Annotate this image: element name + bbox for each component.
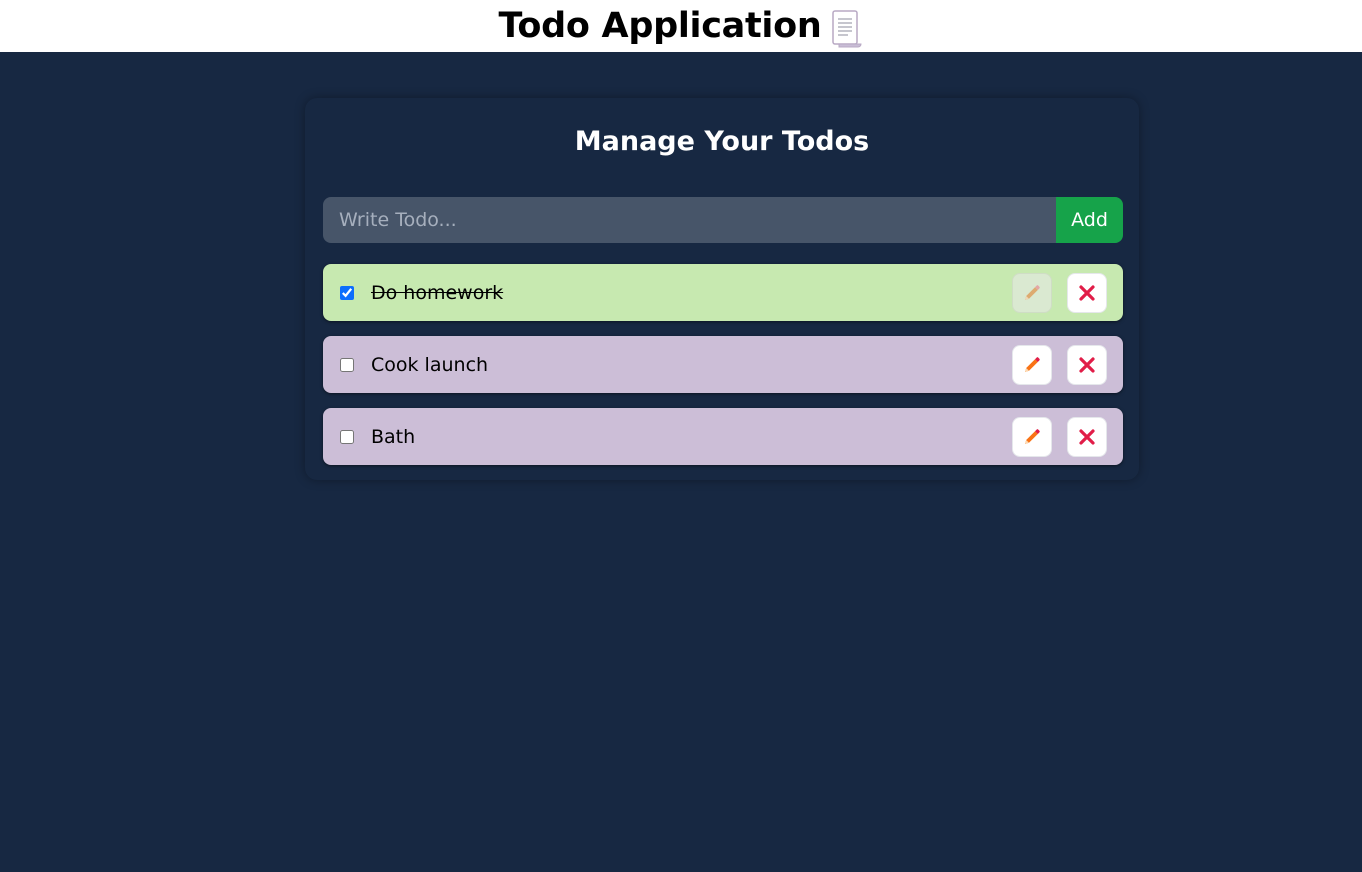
close-icon (1079, 356, 1095, 373)
scroll-icon (830, 10, 864, 48)
edit-button[interactable] (1012, 344, 1052, 385)
add-button[interactable]: Add (1056, 197, 1123, 243)
delete-button[interactable] (1067, 272, 1107, 313)
todo-checkbox[interactable] (340, 285, 354, 300)
delete-button[interactable] (1067, 416, 1107, 457)
todo-text: Bath (371, 425, 416, 448)
todo-text: Do homework (371, 281, 504, 304)
add-todo-form: Add (323, 197, 1123, 243)
todo-item: Do homework (323, 264, 1123, 321)
todo-text: Cook launch (371, 353, 489, 376)
top-header: Todo Application (0, 0, 1362, 52)
pencil-icon (1025, 284, 1040, 300)
edit-button[interactable] (1012, 416, 1052, 457)
todo-input[interactable] (323, 197, 1056, 243)
todo-item: Cook launch (323, 336, 1123, 393)
close-icon (1079, 428, 1095, 445)
pencil-icon (1025, 428, 1040, 444)
todo-checkbox[interactable] (340, 357, 354, 372)
app-title: Todo Application (498, 6, 822, 46)
delete-button[interactable] (1067, 344, 1107, 385)
todo-item: Bath (323, 408, 1123, 465)
todo-checkbox[interactable] (340, 429, 354, 444)
edit-button[interactable] (1012, 272, 1052, 313)
todo-panel: Manage Your Todos Add Do homework (305, 98, 1139, 480)
panel-title: Manage Your Todos (574, 126, 870, 157)
close-icon (1079, 284, 1095, 301)
todo-list: Do homework Cook launch Bath (323, 264, 1123, 480)
pencil-icon (1025, 356, 1040, 372)
